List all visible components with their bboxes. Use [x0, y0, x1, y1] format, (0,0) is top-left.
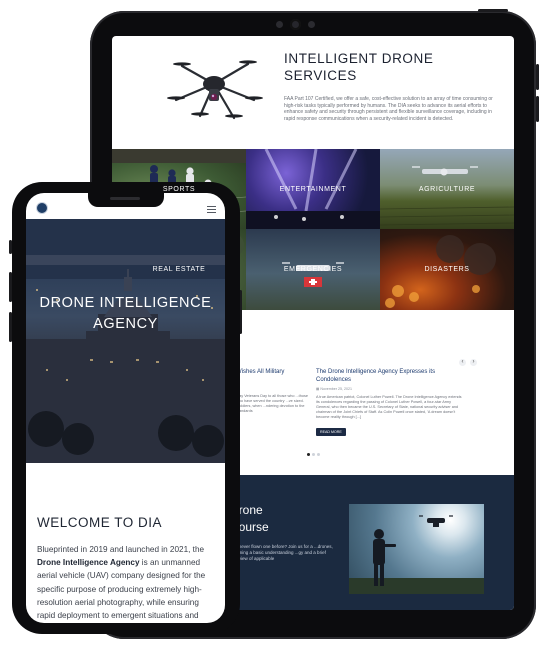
- phone-hero-title: DRONE INTELLIGENCE AGENCY: [39, 295, 212, 332]
- phone-speaker: [110, 197, 140, 200]
- carousel-prev-button[interactable]: ‹: [459, 359, 466, 366]
- chevron-left-icon: ‹: [461, 359, 464, 365]
- course-description: ...at never flown one before? Join us fo…: [230, 544, 333, 561]
- service-tile-agriculture[interactable]: AGRICULTURE: [380, 149, 514, 229]
- hero-title: INTELLIGENT DRONE SERVICES: [284, 51, 434, 83]
- hamburger-menu-icon[interactable]: [207, 206, 216, 215]
- carousel-pagination: [307, 453, 320, 456]
- drone-pilot-image: [349, 515, 484, 594]
- tablet-top-button: [478, 9, 508, 12]
- read-more-button[interactable]: READ MORE: [316, 428, 346, 436]
- tablet-sensor: [276, 21, 283, 28]
- chevron-right-icon: ›: [472, 359, 475, 365]
- calendar-icon: ▦: [316, 387, 320, 391]
- news-item-left-excerpt: ...ay Veterans Day to all those who ...t…: [236, 394, 308, 413]
- tablet-power-button: [536, 64, 539, 90]
- news-excerpt: A true American patriot, Colonel Luther …: [316, 395, 462, 419]
- drone-pilot-photo: [349, 504, 484, 594]
- carousel-dot[interactable]: [307, 453, 310, 456]
- news-item: The Drone Intelligence Agency Expresses …: [316, 369, 466, 438]
- tablet-sensor: [308, 21, 315, 28]
- tablet-camera: [290, 19, 301, 30]
- tablet-volume-button: [536, 96, 539, 122]
- news-item-left-title[interactable]: Wishes All Military: [236, 369, 284, 375]
- carousel-dot[interactable]: [317, 453, 320, 456]
- welcome-body: Blueprinted in 2019 and launched in 2021…: [37, 545, 206, 621]
- phone-screen: DRONE INTELLIGENCE AGENCY WELCOME TO DIA…: [26, 193, 225, 623]
- service-tile-disasters[interactable]: DISASTERS: [380, 229, 514, 310]
- phone-hero: [26, 219, 225, 463]
- service-tile-emergencies[interactable]: EMERGENCIES: [246, 229, 380, 310]
- dia-logo[interactable]: [36, 202, 48, 214]
- capitol-image: [26, 219, 225, 463]
- news-title[interactable]: The Drone Intelligence Agency Expresses …: [316, 369, 466, 384]
- carousel-dot[interactable]: [312, 453, 315, 456]
- news-date: ▦ November 25, 2021: [316, 387, 352, 391]
- hero-description: FAA Part 107 Certified, we offer a safe,…: [284, 96, 493, 122]
- carousel-next-button[interactable]: ›: [470, 359, 477, 366]
- phone-notch: [88, 193, 164, 207]
- drone-icon: [167, 60, 263, 120]
- welcome-heading: WELCOME TO DIA: [37, 515, 163, 530]
- service-tile-entertainment[interactable]: ENTERTAINMENT: [246, 149, 380, 229]
